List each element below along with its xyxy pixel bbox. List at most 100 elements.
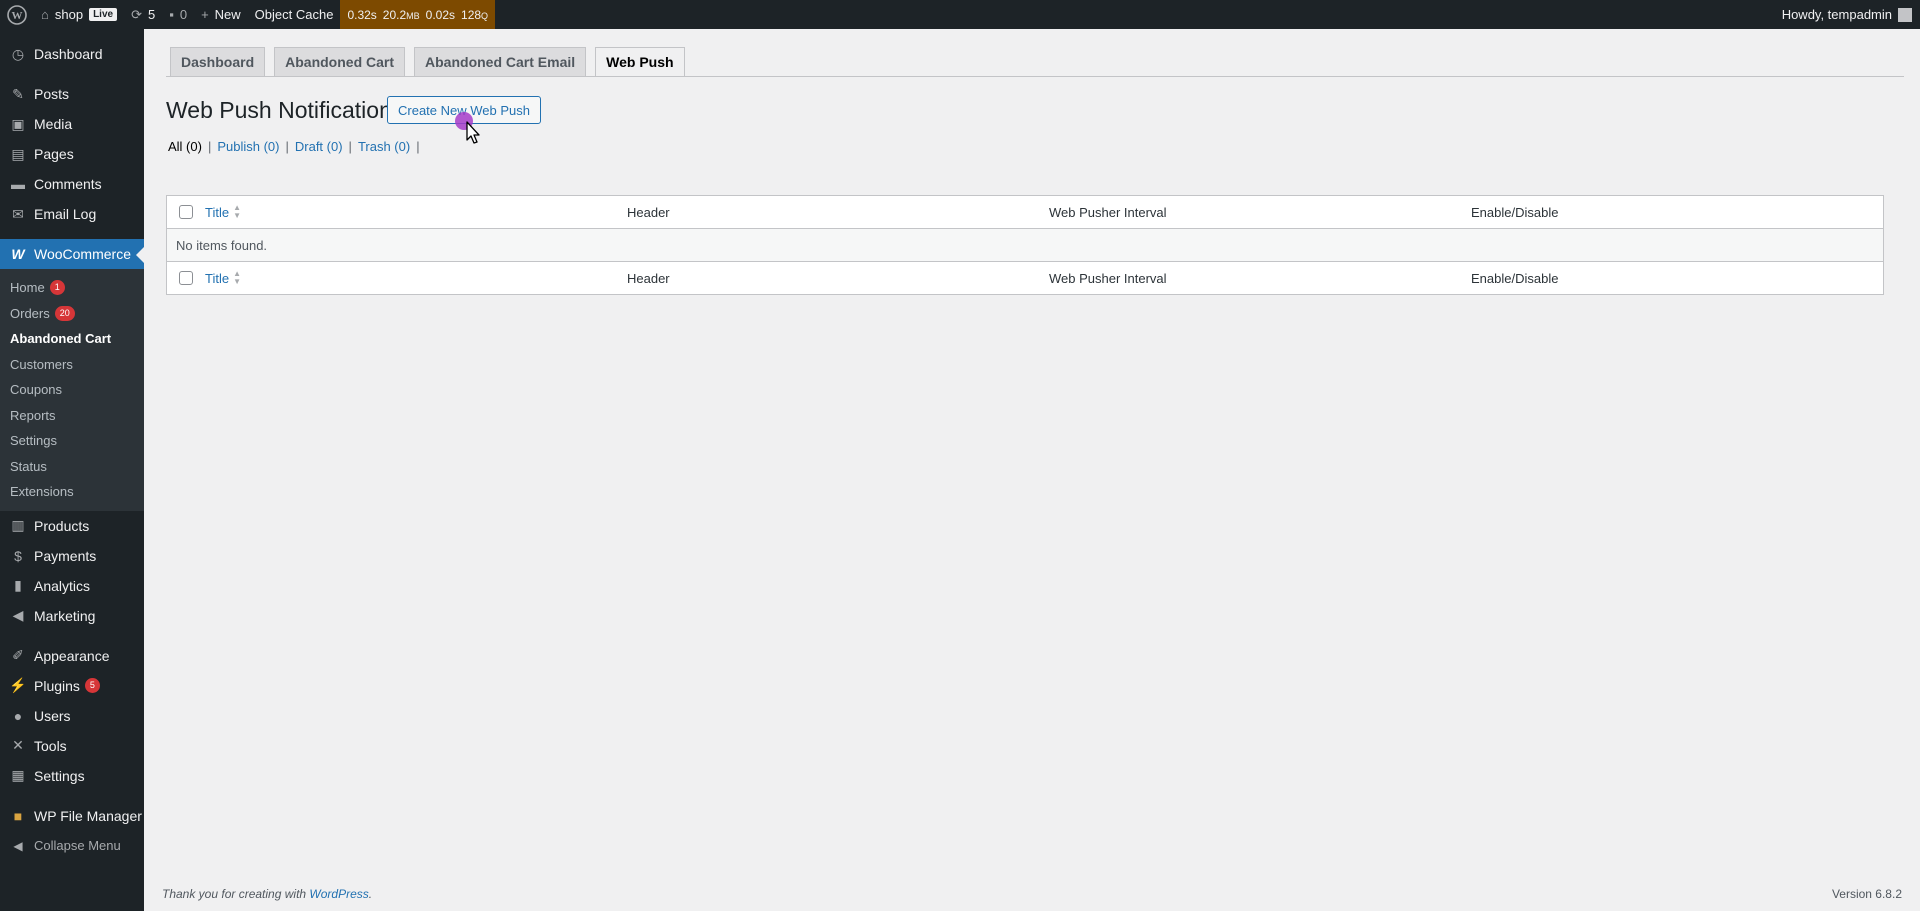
menu-label: Settings (34, 767, 85, 784)
collapse-menu-button[interactable]: ◀ Collapse Menu (0, 831, 144, 861)
collapse-icon: ◀ (13, 838, 23, 853)
woocommerce-submenu: Home 1 Orders 20 Abandoned Cart Customers … (0, 269, 144, 511)
menu-wp-file-manager[interactable]: ■ WP File Manager (0, 801, 144, 831)
menu-label: Payments (34, 547, 97, 564)
wordpress-link[interactable]: WordPress (309, 887, 368, 901)
column-web-pusher-interval: Web Pusher Interval (1049, 204, 1167, 220)
media-icon: ▣ (11, 115, 25, 132)
pages-icon: ▤ (11, 145, 25, 162)
menu-analytics[interactable]: ▮ Analytics (0, 571, 144, 601)
submenu-label: Customers (10, 356, 73, 372)
filter-publish[interactable]: Publish (0) (217, 139, 279, 154)
menu-label: Collapse Menu (34, 838, 121, 853)
select-all-checkbox[interactable] (167, 205, 205, 219)
column-title-sort[interactable]: Title ▲ ▼ (205, 204, 627, 220)
comments-icon: ▬ (11, 176, 25, 192)
tab-web-push[interactable]: Web Push (595, 47, 685, 77)
wrench-icon: ✕ (12, 737, 24, 753)
table-footer-row: Title ▲ ▼ Header Web Pusher Interval Enab… (167, 261, 1883, 294)
menu-appearance[interactable]: ✐ Appearance (0, 641, 144, 671)
main-content: Dashboard Abandoned Cart Abandoned Cart … (144, 29, 1920, 911)
menu-label: Pages (34, 146, 74, 162)
comments-count: 0 (179, 7, 188, 22)
brush-icon: ✐ (12, 647, 24, 663)
column-header-footer: Header (627, 270, 670, 286)
create-new-web-push-button[interactable]: Create New Web Push (387, 96, 541, 124)
filter-separator: | (207, 139, 212, 154)
menu-label: WooCommerce (34, 246, 131, 262)
new-content-menu[interactable]: + New (194, 0, 248, 29)
footer-thanks-text: Thank you for creating with (162, 887, 310, 901)
pin-icon: ✎ (12, 85, 24, 102)
menu-products[interactable]: ▥ Products (0, 511, 144, 541)
menu-label: Dashboard (34, 46, 103, 62)
tab-abandoned-cart-email[interactable]: Abandoned Cart Email (414, 47, 587, 77)
menu-comments[interactable]: ▬ Comments (0, 169, 144, 199)
submenu-reports[interactable]: Reports (0, 403, 144, 429)
menu-payments[interactable]: $ Payments (0, 541, 144, 571)
submenu-coupons[interactable]: Coupons (0, 377, 144, 403)
menu-label: Marketing (34, 607, 96, 624)
comments-menu[interactable]: ▪ 0 (162, 0, 194, 29)
column-title-label: Title (205, 204, 230, 220)
menu-settings[interactable]: ▦ Settings (0, 761, 144, 791)
page-title: Web Push Notifications (166, 97, 404, 123)
menu-label: Posts (34, 86, 70, 102)
column-title-sort-footer[interactable]: Title ▲ ▼ (205, 270, 627, 286)
woo-icon: W (11, 246, 25, 262)
home-count-badge: 1 (49, 280, 65, 296)
menu-dashboard[interactable]: ◷ Dashboard (0, 39, 144, 69)
sort-icon: ▲ ▼ (233, 203, 241, 220)
megaphone-icon: ◀ (12, 607, 24, 623)
menu-label: WP File Manager (34, 807, 142, 824)
menu-email-log[interactable]: ✉ Email Log (0, 199, 144, 229)
submenu-label: Coupons (10, 382, 63, 398)
admin-bar: W ⌂ shop Live ⟳ 5 ▪ 0 + New Object Cache… (0, 0, 1920, 29)
select-all-checkbox-footer[interactable] (167, 271, 205, 285)
menu-marketing[interactable]: ◀ Marketing (0, 601, 144, 631)
submenu-home[interactable]: Home 1 (0, 275, 144, 301)
menu-label: Tools (34, 737, 67, 754)
menu-label: Email Log (34, 206, 97, 222)
menu-media[interactable]: ▣ Media (0, 109, 144, 139)
column-header: Header (627, 204, 670, 220)
footer-thanks: Thank you for creating with WordPress. (162, 887, 372, 901)
filter-trash[interactable]: Trash (0) (358, 139, 410, 154)
plugins-count-badge: 5 (84, 678, 100, 693)
menu-label: Products (34, 517, 90, 534)
filter-separator: | (416, 139, 420, 154)
object-cache-label: Object Cache (254, 7, 334, 22)
wordpress-logo-icon[interactable]: W (0, 0, 34, 29)
menu-posts[interactable]: ✎ Posts (0, 79, 144, 109)
menu-tools[interactable]: ✕ Tools (0, 731, 144, 761)
tab-dashboard[interactable]: Dashboard (170, 47, 266, 77)
submenu-status[interactable]: Status (0, 454, 144, 480)
menu-plugins[interactable]: ⚡ Plugins 5 (0, 671, 144, 701)
submenu-extensions[interactable]: Extensions (0, 479, 144, 505)
tab-abandoned-cart[interactable]: Abandoned Cart (274, 47, 406, 77)
updates-menu[interactable]: ⟳ 5 (124, 0, 162, 29)
object-cache-menu[interactable]: Object Cache (248, 0, 341, 29)
submenu-label: Orders (10, 305, 50, 321)
filter-draft[interactable]: Draft (0) (295, 139, 343, 154)
my-account-menu[interactable]: Howdy, tempadmin (1782, 7, 1920, 22)
submenu-customers[interactable]: Customers (0, 352, 144, 378)
plus-icon: + (201, 7, 209, 22)
tab-divider (166, 76, 1904, 77)
menu-label: Comments (34, 176, 102, 192)
submenu-orders[interactable]: Orders 20 (0, 301, 144, 327)
filter-all[interactable]: All (0) (168, 139, 202, 154)
submenu-label: Abandoned Cart (10, 331, 112, 347)
query-monitor-menu[interactable]: 0.32s 20.2MB 0.02s 128Q (340, 0, 496, 29)
menu-label: Analytics (34, 577, 91, 594)
qm-db-time: 0.02s (425, 7, 456, 22)
site-name-menu[interactable]: ⌂ shop Live (34, 0, 124, 29)
menu-woocommerce[interactable]: W WooCommerce (0, 239, 144, 269)
submenu-abandoned-cart[interactable]: Abandoned Cart (0, 326, 144, 352)
column-enable-disable-footer: Enable/Disable (1471, 270, 1559, 286)
submenu-settings[interactable]: Settings (0, 428, 144, 454)
menu-users[interactable]: ● Users (0, 701, 144, 731)
column-web-pusher-interval-footer: Web Pusher Interval (1049, 270, 1167, 286)
nav-tabs: Dashboard Abandoned Cart Abandoned Cart … (170, 47, 685, 77)
menu-pages[interactable]: ▤ Pages (0, 139, 144, 169)
